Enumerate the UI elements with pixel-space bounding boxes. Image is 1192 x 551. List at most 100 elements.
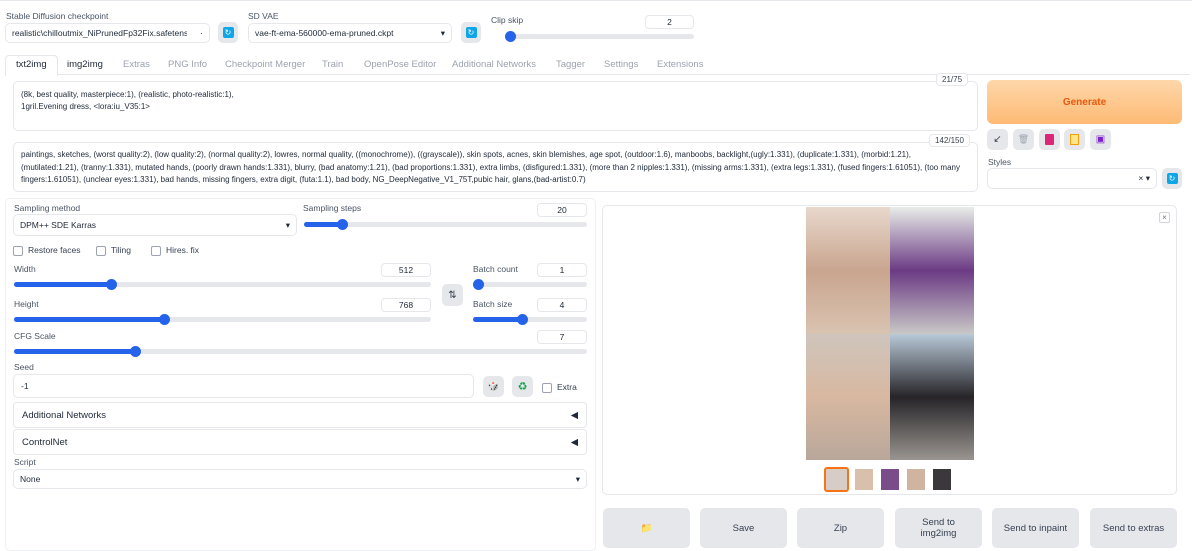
swap-icon: ⇅ — [448, 289, 457, 301]
chevron-down-icon: ▾ — [285, 219, 290, 230]
sampling-method-label: Sampling method — [14, 203, 81, 213]
send-to-extras-button[interactable]: Send to extras — [1090, 508, 1177, 548]
tab-tagger[interactable]: Tagger — [556, 55, 585, 75]
batch-size-slider[interactable] — [473, 314, 587, 325]
styles-select[interactable]: × ▾ — [987, 168, 1157, 189]
generated-image[interactable] — [806, 207, 890, 334]
refresh-icon: ↻ — [222, 27, 234, 38]
generated-image[interactable] — [890, 207, 974, 334]
apply-style-button[interactable] — [1064, 129, 1085, 150]
refresh-vae-button[interactable]: ↻ — [461, 22, 481, 43]
tab-extensions[interactable]: Extensions — [657, 55, 703, 75]
tab-txt2img[interactable]: txt2img — [16, 55, 47, 75]
tab-settings[interactable]: Settings — [604, 55, 638, 75]
tab-additional-networks[interactable]: Additional Networks — [452, 55, 536, 75]
clip-skip-slider[interactable] — [505, 31, 694, 42]
zip-button[interactable]: Zip — [797, 508, 884, 548]
tab-openpose-editor[interactable]: OpenPose Editor — [364, 55, 436, 75]
read-params-button[interactable]: ↙ — [987, 129, 1008, 150]
slider-handle[interactable] — [473, 279, 484, 290]
height-input[interactable]: 768 — [381, 298, 431, 312]
hires-fix-checkbox[interactable]: Hires. fix — [151, 245, 199, 256]
cfg-scale-label: CFG Scale — [14, 331, 56, 341]
chevron-down-icon: · — [200, 28, 203, 38]
clip-skip-input[interactable]: 2 — [645, 15, 694, 29]
sampling-steps-input[interactable]: 20 — [537, 203, 587, 217]
prompt-textarea[interactable]: (8k, best quality, masterpiece:1), (real… — [13, 81, 978, 131]
slider-handle[interactable] — [159, 314, 170, 325]
save-button[interactable]: Save — [700, 508, 787, 548]
reuse-seed-button[interactable]: ♻ — [512, 376, 533, 397]
generate-button[interactable]: Generate — [987, 80, 1182, 124]
caret-left-icon: ◀ — [570, 436, 578, 448]
controlnet-accordion[interactable]: ControlNet ◀ — [13, 429, 587, 455]
slider-handle[interactable] — [517, 314, 528, 325]
generated-image[interactable] — [890, 333, 974, 460]
thumbnail[interactable] — [907, 469, 925, 490]
dice-icon: 🎲 — [487, 381, 500, 391]
thumbnail[interactable] — [933, 469, 951, 490]
trash-icon: 🗑 — [1017, 134, 1030, 144]
extra-seed-checkbox[interactable]: Extra — [542, 382, 577, 393]
height-label: Height — [14, 299, 39, 309]
script-label: Script — [14, 457, 36, 467]
width-label: Width — [14, 264, 36, 274]
script-select[interactable]: None ▾ — [13, 469, 587, 489]
clear-prompt-button[interactable]: 🗑 — [1013, 129, 1034, 150]
thumbnail-grid[interactable] — [824, 467, 849, 492]
batch-count-slider[interactable] — [473, 279, 587, 290]
checkpoint-label: Stable Diffusion checkpoint — [6, 11, 109, 21]
slider-handle[interactable] — [337, 219, 348, 230]
cfg-scale-input[interactable]: 7 — [537, 330, 587, 344]
slider-handle[interactable] — [505, 31, 516, 42]
refresh-checkpoint-button[interactable]: ↻ — [218, 22, 238, 43]
tiling-checkbox[interactable]: Tiling — [96, 245, 131, 256]
thumbnail[interactable] — [855, 469, 873, 490]
vae-select[interactable]: vae-ft-ema-560000-ema-pruned.ckpt ▾ — [248, 23, 452, 43]
tab-train[interactable]: Train — [322, 55, 343, 75]
swap-dimensions-button[interactable]: ⇅ — [442, 284, 463, 306]
top-border — [0, 0, 1192, 1]
slider-handle[interactable] — [130, 346, 141, 357]
tab-extras[interactable]: Extras — [123, 55, 150, 75]
tab-checkpoint-merger[interactable]: Checkpoint Merger — [225, 55, 305, 75]
clip-skip-label: Clip skip — [491, 15, 524, 25]
close-icon[interactable]: × — [1159, 212, 1170, 223]
sampling-method-select[interactable]: DPM++ SDE Karras ▾ — [13, 214, 297, 236]
arrow-icon: ↙ — [993, 134, 1002, 145]
refresh-styles-button[interactable]: ↻ — [1162, 168, 1182, 189]
script-value: None — [20, 474, 41, 484]
sampling-method-value: DPM++ SDE Karras — [20, 220, 97, 230]
restore-faces-checkbox[interactable]: Restore faces — [13, 245, 80, 256]
width-input[interactable]: 512 — [381, 263, 431, 277]
height-slider[interactable] — [14, 314, 431, 325]
seed-input[interactable]: -1 — [13, 374, 474, 398]
clear-icon[interactable]: × ▾ — [1138, 173, 1150, 184]
random-seed-button[interactable]: 🎲 — [483, 376, 504, 397]
output-image-grid[interactable] — [806, 207, 974, 460]
save-style-button[interactable]: ▣ — [1090, 129, 1111, 150]
send-to-inpaint-button[interactable]: Send to inpaint — [992, 508, 1079, 548]
checkpoint-select[interactable]: realistic\chilloutmix_NiPrunedFp32Fix.sa… — [5, 23, 210, 43]
seed-label: Seed — [14, 362, 34, 372]
styles-label: Styles — [988, 157, 1012, 167]
slider-handle[interactable] — [106, 279, 117, 290]
width-slider[interactable] — [14, 279, 431, 290]
additional-networks-accordion[interactable]: Additional Networks ◀ — [13, 402, 587, 428]
send-to-img2img-button[interactable]: Send to img2img — [895, 508, 982, 548]
batch-count-input[interactable]: 1 — [537, 263, 587, 277]
refresh-icon: ↻ — [465, 27, 477, 38]
folder-icon: 📁 — [640, 522, 653, 534]
sampling-steps-slider[interactable] — [304, 219, 587, 230]
tiling-label: Tiling — [111, 245, 131, 255]
batch-size-input[interactable]: 4 — [537, 298, 587, 312]
cfg-scale-slider[interactable] — [14, 346, 587, 357]
open-folder-button[interactable]: 📁 — [603, 508, 690, 548]
show-extra-networks-button[interactable] — [1039, 129, 1060, 150]
thumbnail[interactable] — [881, 469, 899, 490]
accordion-label: Additional Networks — [22, 409, 106, 421]
tab-img2img[interactable]: img2img — [67, 55, 103, 75]
tab-png-info[interactable]: PNG Info — [168, 55, 207, 75]
negative-prompt-textarea[interactable]: paintings, sketches, (worst quality:2), … — [13, 142, 978, 192]
generated-image[interactable] — [806, 333, 890, 460]
